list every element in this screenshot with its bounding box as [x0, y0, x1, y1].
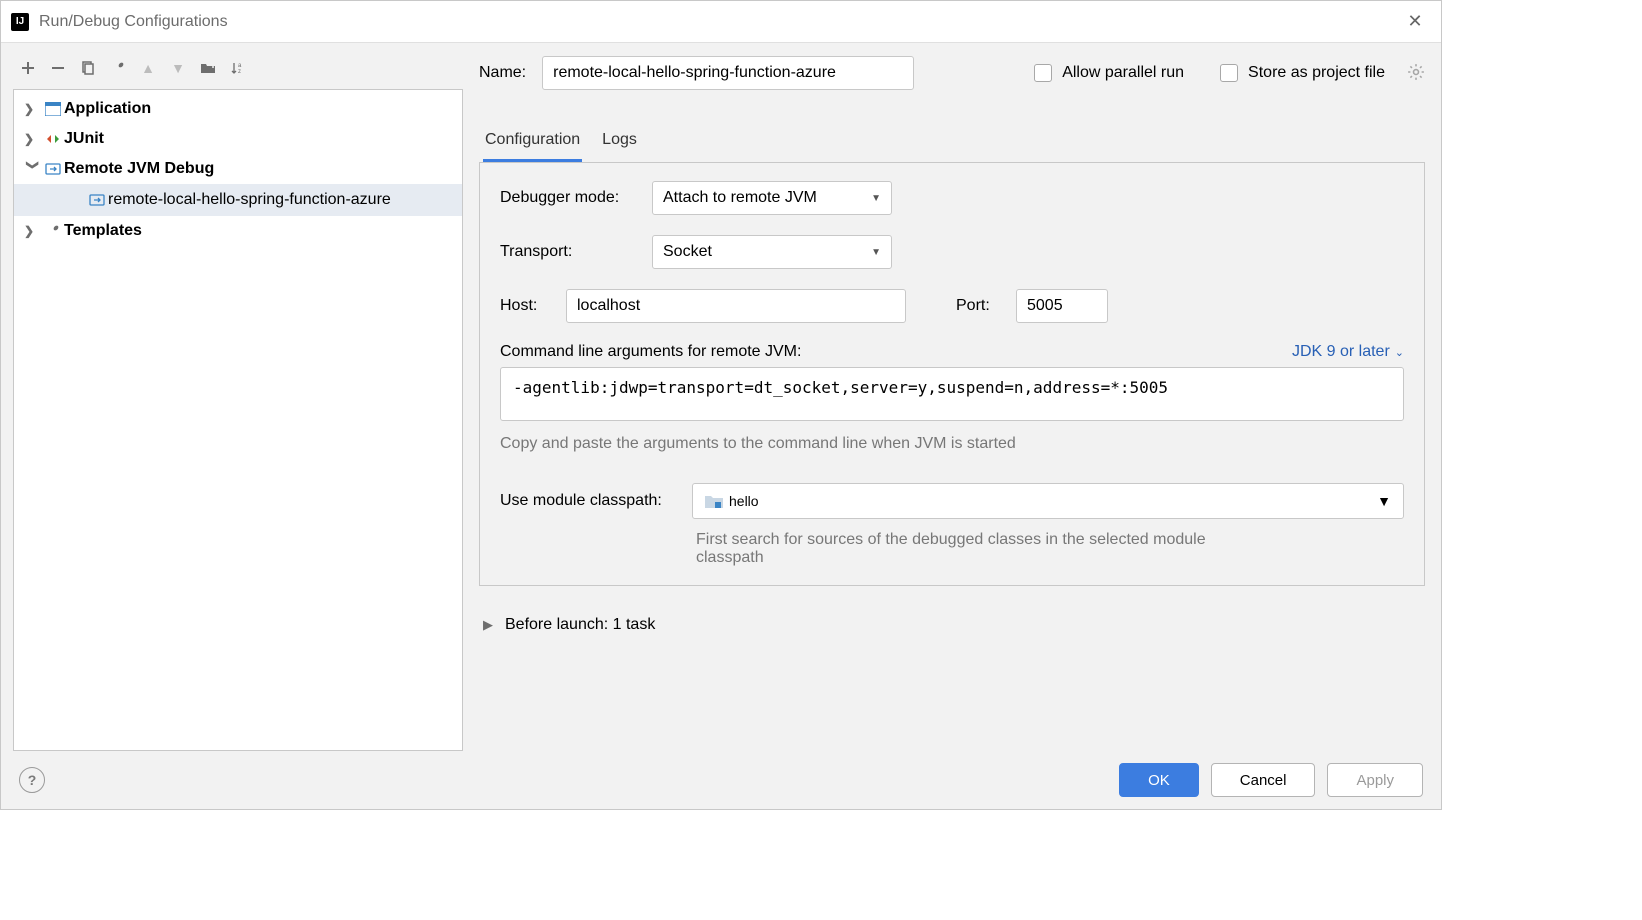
remove-icon[interactable]: [45, 55, 71, 81]
chevron-down-icon: ▼: [871, 247, 881, 258]
tree-node-selected-config[interactable]: remote-local-hello-spring-function-azure: [14, 184, 462, 216]
wrench-icon: [42, 223, 64, 239]
host-label: Host:: [500, 297, 554, 315]
chevron-down-icon: ❯: [26, 160, 40, 178]
transport-label: Transport:: [500, 243, 640, 261]
move-down-icon[interactable]: ▼: [165, 55, 191, 81]
run-debug-dialog: IJ Run/Debug Configurations ✕ ▲ ▼ az ❯ A…: [0, 0, 1442, 810]
tree-label: remote-local-hello-spring-function-azure: [108, 191, 391, 209]
select-value: hello: [729, 493, 759, 509]
module-hint: First search for sources of the debugged…: [696, 531, 1216, 567]
sort-icon[interactable]: az: [225, 55, 251, 81]
before-launch-label: Before launch: 1 task: [505, 616, 655, 634]
titlebar: IJ Run/Debug Configurations ✕: [1, 1, 1441, 43]
tree-node-application[interactable]: ❯ Application: [14, 94, 462, 124]
gear-icon[interactable]: [1407, 63, 1425, 84]
name-label: Name:: [479, 64, 526, 82]
tree-label: Application: [64, 100, 151, 118]
tree-label: JUnit: [64, 130, 104, 148]
apply-button[interactable]: Apply: [1327, 763, 1423, 797]
cmdline-hint: Copy and paste the arguments to the comm…: [500, 435, 1404, 453]
name-input[interactable]: [542, 56, 914, 90]
port-input[interactable]: [1016, 289, 1108, 323]
select-value: Socket: [663, 243, 712, 261]
tree-node-junit[interactable]: ❯ JUnit: [14, 124, 462, 154]
before-launch-section[interactable]: ▶ Before launch: 1 task: [479, 616, 1425, 634]
checkbox-label: Allow parallel run: [1062, 64, 1184, 82]
port-label: Port:: [956, 297, 1004, 315]
folder-icon[interactable]: [195, 55, 221, 81]
chevron-down-icon: ▼: [871, 193, 881, 204]
cmdline-label: Command line arguments for remote JVM:: [500, 343, 801, 361]
application-icon: [42, 102, 64, 116]
ok-button[interactable]: OK: [1119, 763, 1199, 797]
intellij-icon: IJ: [11, 13, 29, 31]
dialog-title: Run/Debug Configurations: [39, 13, 1399, 31]
remote-debug-icon: [86, 193, 108, 207]
config-toolbar: ▲ ▼ az: [13, 53, 463, 89]
close-icon[interactable]: ✕: [1399, 11, 1431, 32]
copy-icon[interactable]: [75, 55, 101, 81]
help-icon[interactable]: ?: [19, 767, 45, 793]
tree-node-remote-jvm-debug[interactable]: ❯ Remote JVM Debug: [14, 154, 462, 184]
chevron-down-icon: ▼: [1377, 493, 1391, 509]
module-icon: [705, 494, 721, 508]
chevron-down-icon: ⌄: [1395, 346, 1404, 359]
cmdline-arguments[interactable]: -agentlib:jdwp=transport=dt_socket,serve…: [500, 367, 1404, 421]
debugger-mode-label: Debugger mode:: [500, 189, 640, 207]
module-classpath-label: Use module classpath:: [500, 492, 680, 510]
config-panel: Debugger mode: Attach to remote JVM ▼ Tr…: [479, 163, 1425, 586]
checkbox-icon: [1220, 64, 1238, 82]
chevron-right-icon: ❯: [24, 102, 42, 116]
tree-node-templates[interactable]: ❯ Templates: [14, 216, 462, 246]
move-up-icon[interactable]: ▲: [135, 55, 161, 81]
host-input[interactable]: [566, 289, 906, 323]
add-icon[interactable]: [15, 55, 41, 81]
config-tree[interactable]: ❯ Application ❯ JUnit ❯ Remote JVM Debug…: [13, 89, 463, 751]
module-classpath-select[interactable]: hello ▼: [692, 483, 1404, 519]
chevron-right-icon: ❯: [24, 132, 42, 146]
jdk-link-label: JDK 9 or later: [1292, 343, 1390, 361]
transport-select[interactable]: Socket ▼: [652, 235, 892, 269]
tab-logs[interactable]: Logs: [600, 123, 639, 162]
junit-icon: [42, 132, 64, 146]
checkbox-label: Store as project file: [1248, 64, 1385, 82]
checkbox-icon: [1034, 64, 1052, 82]
config-tabs: Configuration Logs: [479, 123, 1425, 163]
svg-text:z: z: [238, 69, 241, 75]
cancel-button[interactable]: Cancel: [1211, 763, 1316, 797]
jdk-dropdown[interactable]: JDK 9 or later ⌄: [1292, 343, 1404, 361]
wrench-icon[interactable]: [105, 55, 131, 81]
tree-label: Templates: [64, 222, 142, 240]
chevron-right-icon: ▶: [483, 617, 493, 633]
tab-configuration[interactable]: Configuration: [483, 123, 582, 162]
tree-label: Remote JVM Debug: [64, 160, 214, 178]
remote-debug-icon: [42, 162, 64, 176]
select-value: Attach to remote JVM: [663, 189, 817, 207]
store-project-checkbox[interactable]: Store as project file: [1220, 64, 1385, 82]
allow-parallel-checkbox[interactable]: Allow parallel run: [1034, 64, 1184, 82]
debugger-mode-select[interactable]: Attach to remote JVM ▼: [652, 181, 892, 215]
dialog-footer: ? OK Cancel Apply: [1, 751, 1441, 809]
chevron-right-icon: ❯: [24, 224, 42, 238]
